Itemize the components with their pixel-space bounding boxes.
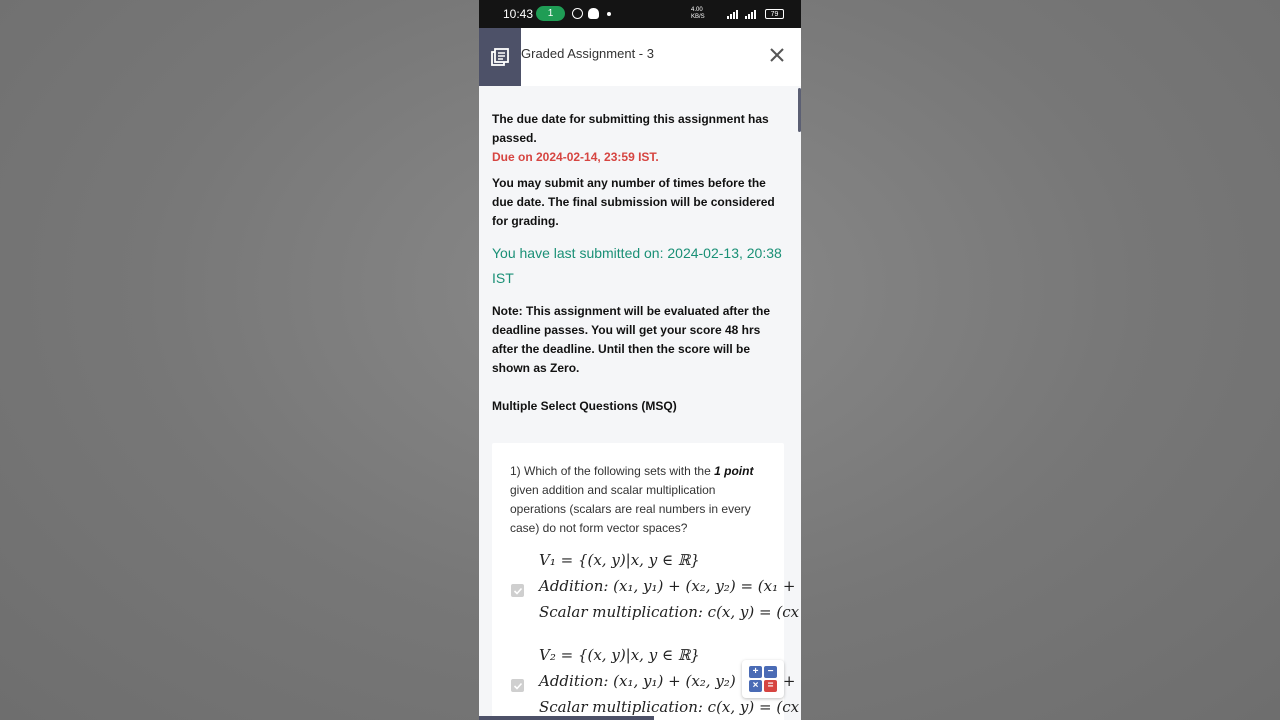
network-speed-value: 4.00 <box>691 7 703 13</box>
calc-minus-icon: − <box>764 666 777 678</box>
evaluation-note: Note: This assignment will be evaluated … <box>492 304 771 375</box>
last-submitted-text: You have last submitted on: 2024-02-13, … <box>492 245 782 286</box>
signal-icon-1 <box>727 10 738 19</box>
check-icon <box>513 587 522 595</box>
signal-icon-2 <box>745 10 756 19</box>
status-time: 10:43 <box>503 7 534 21</box>
question-points: 1 point <box>714 464 754 478</box>
question-number: 1) <box>510 464 521 478</box>
submission-instructions: You may submit any number of times befor… <box>492 176 775 228</box>
option-1-addition: Addition: (x₁, y₁) + (x₂, y₂) = (x₁ + <box>539 577 796 595</box>
calc-multiply-icon: × <box>749 680 762 692</box>
scrollbar[interactable] <box>798 88 801 132</box>
snapchat-icon <box>588 8 599 19</box>
option-2-set: V₂ = {(x, y)|x, y ∈ ℝ} <box>539 646 700 664</box>
question-text: 1) Which of the following sets with the … <box>510 462 772 538</box>
assignment-header: Graded Assignment - 3 <box>479 28 801 86</box>
menu-button[interactable] <box>479 28 521 86</box>
question-text-before: Which of the following sets with the <box>524 464 711 478</box>
network-speed: 4.00 KB/S <box>691 7 705 21</box>
calc-equals-icon: = <box>764 680 777 692</box>
option-1-checkbox[interactable] <box>511 584 524 597</box>
assignment-title: Graded Assignment - 3 <box>521 46 654 61</box>
phone-screen: 10:43 1 4.00 KB/S 79 Graded Assignment -… <box>479 0 801 720</box>
close-icon[interactable] <box>768 46 786 64</box>
battery-icon: 79 <box>765 9 784 19</box>
option-2-scalar: Scalar multiplication: c(x, y) = (cx <box>539 698 800 716</box>
notification-count: 1 <box>547 8 554 19</box>
library-books-icon <box>491 48 509 66</box>
more-notifications-dot <box>607 12 611 16</box>
question-card: 1) Which of the following sets with the … <box>492 443 799 720</box>
status-bar: 10:43 1 4.00 KB/S 79 <box>479 0 801 28</box>
calc-plus-icon: + <box>749 666 762 678</box>
option-2-checkbox[interactable] <box>511 679 524 692</box>
network-speed-unit: KB/S <box>691 14 705 20</box>
check-icon <box>513 682 522 690</box>
assignment-notice: The due date for submitting this assignm… <box>492 110 782 416</box>
section-title: Multiple Select Questions (MSQ) <box>492 399 677 413</box>
whatsapp-icon <box>572 8 583 19</box>
due-date-text: Due on 2024-02-14, 23:59 IST. <box>492 150 659 164</box>
option-1-scalar: Scalar multiplication: c(x, y) = (cx <box>539 603 800 621</box>
calculator-button[interactable]: + − × = <box>742 660 784 698</box>
deadline-passed-text: The due date for submitting this assignm… <box>492 112 769 145</box>
question-text-after: given addition and scalar multiplication… <box>510 483 751 535</box>
option-1-set: V₁ = {(x, y)|x, y ∈ ℝ} <box>539 551 700 569</box>
hotspot-badge: 1 <box>536 6 565 21</box>
progress-bar <box>479 716 654 720</box>
